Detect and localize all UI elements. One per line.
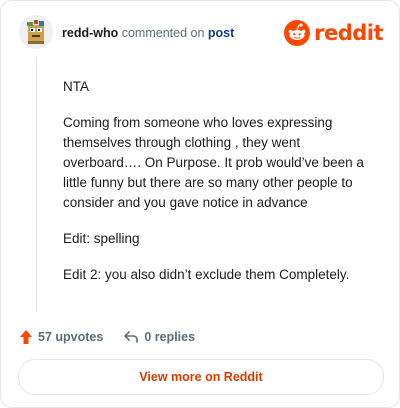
upvote-count: 57 upvotes [38, 330, 104, 344]
reply-arrow-icon [124, 331, 139, 343]
comment-header: redd-who commented on post reddit [19, 15, 383, 51]
upvote-arrow-icon [20, 330, 32, 344]
reddit-snoo-icon [284, 20, 311, 46]
comment-paragraph: Edit 2: you also didn’t exclude them Com… [63, 267, 350, 282]
post-link[interactable]: post [208, 26, 234, 40]
reddit-logo[interactable]: reddit [284, 19, 383, 47]
view-more-button[interactable]: View more on Reddit [18, 359, 384, 395]
reply-button[interactable]: 0 replies [123, 330, 195, 344]
action-text: commented on [121, 26, 205, 40]
comment-paragraph: Coming from someone who loves expressing… [63, 115, 364, 210]
thread-line [36, 57, 37, 312]
comment-footer: 57 upvotes 0 replies [19, 327, 195, 347]
comment-body: NTA Coming from someone who loves expres… [63, 77, 375, 301]
user-avatar[interactable] [19, 15, 53, 49]
reddit-wordmark: reddit [314, 21, 383, 45]
comment-paragraph: NTA [63, 79, 89, 94]
upvote-button[interactable]: 57 upvotes [19, 329, 103, 345]
username[interactable]: redd-who [62, 26, 118, 40]
comment-paragraph: Edit: spelling [63, 231, 140, 246]
reply-count: 0 replies [144, 330, 196, 344]
embedded-comment-card: redd-who commented on post reddit NTA Co… [0, 0, 400, 408]
comment-meta: redd-who commented on post [62, 26, 234, 40]
